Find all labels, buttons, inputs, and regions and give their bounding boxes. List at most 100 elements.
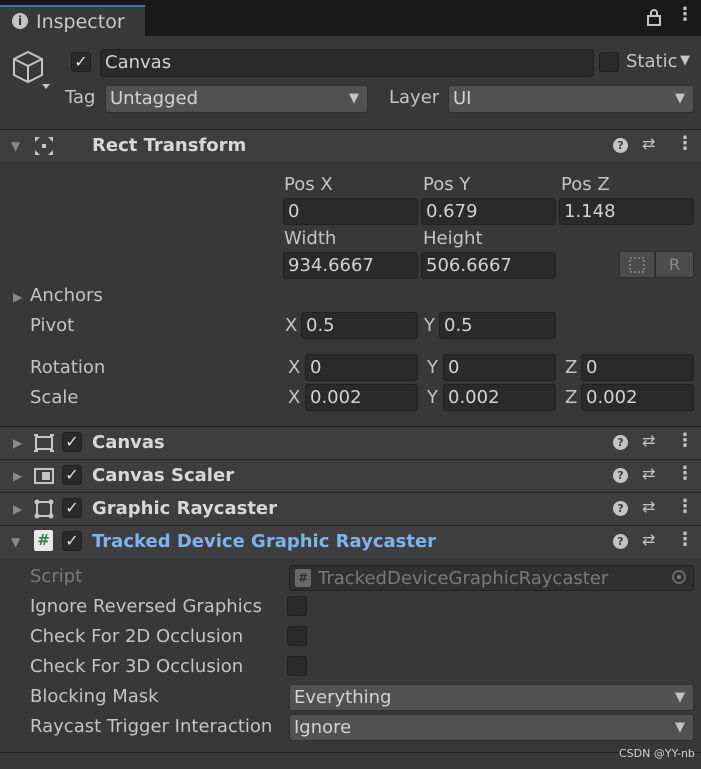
layer-value: UI [453,88,472,109]
posz-label: Pos Z [561,174,610,195]
check-3d-label: Check For 3D Occlusion [30,656,244,677]
scale-y-field[interactable]: 0.002 [443,384,556,411]
canvas-scaler-icon [33,465,55,487]
kebab-icon[interactable]: ⋮ [676,430,694,451]
scale-label: Scale [30,387,79,408]
check-3d-checkbox[interactable] [287,656,307,676]
kebab-icon[interactable]: ⋮ [676,133,694,154]
canvas-scaler-enabled-checkbox[interactable]: ✓ [62,465,82,485]
graphic-raycaster-title: Graphic Raycaster [92,498,278,519]
posz-field[interactable]: 1.148 [559,198,694,225]
anchors-foldout-icon[interactable]: ▶ [13,290,22,304]
script-value: TrackedDeviceGraphicRaycaster [318,568,609,589]
gameobject-cube-icon[interactable] [10,48,50,92]
preset-icon[interactable]: ⇄ [642,431,655,450]
preset-icon[interactable]: ⇄ [642,497,655,516]
canvas-enabled-checkbox[interactable]: ✓ [62,432,82,452]
rot-x-axis-label[interactable]: X [288,357,300,378]
static-checkbox[interactable] [599,52,619,72]
blueprint-button[interactable] [619,251,655,278]
layer-label: Layer [389,87,440,108]
watermark: CSDN @YY-nb [619,747,695,760]
raw-edit-button[interactable]: R [655,251,694,278]
help-icon[interactable]: ? [613,435,628,450]
rot-y-axis-label[interactable]: Y [427,357,438,378]
blocking-mask-dropdown[interactable]: Everything ▼ [289,684,694,711]
pivot-x-field[interactable]: 0.5 [301,312,418,339]
width-label: Width [284,228,337,249]
blueprint-icon [629,257,645,273]
rotation-label: Rotation [30,357,106,378]
chevron-down-icon: ▼ [675,91,685,106]
foldout-collapsed-icon[interactable]: ▶ [13,502,22,516]
help-icon[interactable]: ? [613,138,628,153]
lock-icon[interactable] [645,8,663,28]
layer-dropdown[interactable]: UI ▼ [448,85,694,113]
pivot-label: Pivot [30,315,75,336]
static-label[interactable]: Static [626,51,677,72]
kebab-icon[interactable]: ⋮ [676,463,694,484]
preset-icon[interactable]: ⇄ [642,530,655,549]
inspector-tab[interactable]: i Inspector [0,5,145,36]
pivot-y-field[interactable]: 0.5 [439,312,556,339]
scale-y-axis-label[interactable]: Y [427,387,438,408]
foldout-collapsed-icon[interactable]: ▶ [13,469,22,483]
canvas-icon [33,432,55,454]
active-checkbox[interactable]: ✓ [71,52,91,72]
object-picker-icon [671,569,687,585]
raycast-trigger-dropdown[interactable]: Ignore ▼ [289,714,694,741]
scale-x-field[interactable]: 0.002 [305,384,418,411]
graphic-raycaster-enabled-checkbox[interactable]: ✓ [62,498,82,518]
tab-menu-icon[interactable]: ⋮ [676,4,694,25]
foldout-collapsed-icon[interactable]: ▶ [13,436,22,450]
static-dropdown-arrow-icon[interactable]: ▼ [680,53,690,68]
posy-field[interactable]: 0.679 [421,198,556,225]
foldout-expanded-icon[interactable]: ▼ [11,139,20,153]
pivot-x-axis-label[interactable]: X [285,315,297,336]
kebab-icon[interactable]: ⋮ [676,496,694,517]
script-label: Script [30,566,83,587]
help-icon[interactable]: ? [613,501,628,516]
scale-z-field[interactable]: 0.002 [581,384,694,411]
bottom-divider [0,752,701,753]
rot-z-axis-label[interactable]: Z [565,357,577,378]
foldout-expanded-icon[interactable]: ▼ [11,535,20,549]
gameobject-name-field[interactable]: Canvas [100,49,594,77]
blocking-mask-label: Blocking Mask [30,686,159,707]
canvas-component-title: Canvas [92,432,165,453]
rotation-y-field[interactable]: 0 [443,354,556,381]
rotation-z-field[interactable]: 0 [581,354,694,381]
check-2d-label: Check For 2D Occlusion [30,626,244,647]
tag-label: Tag [65,87,96,108]
scale-x-axis-label[interactable]: X [288,387,300,408]
rect-transform-title: Rect Transform [92,135,247,156]
pivot-y-axis-label[interactable]: Y [424,315,435,336]
canvas-scaler-title: Canvas Scaler [92,465,235,486]
graphic-raycaster-icon [33,498,55,520]
preset-icon[interactable]: ⇄ [642,134,655,153]
blocking-mask-value: Everything [294,687,392,708]
posx-field[interactable]: 0 [283,198,418,225]
chevron-down-icon: ▼ [675,690,685,705]
script-field: TrackedDeviceGraphicRaycaster [289,565,694,591]
width-field[interactable]: 934.6667 [283,252,418,279]
raycast-trigger-label: Raycast Trigger Interaction [30,716,273,737]
tag-dropdown[interactable]: Untagged ▼ [105,85,368,113]
preset-icon[interactable]: ⇄ [642,464,655,483]
kebab-icon[interactable]: ⋮ [676,529,694,550]
posy-label: Pos Y [423,174,471,195]
tracked-raycaster-enabled-checkbox[interactable]: ✓ [62,531,82,551]
script-file-icon: # [295,569,311,587]
help-icon[interactable]: ? [613,468,628,483]
inspector-tab-label: Inspector [36,11,125,33]
ignore-reversed-label: Ignore Reversed Graphics [30,596,262,617]
check-2d-checkbox[interactable] [287,626,307,646]
anchors-label[interactable]: Anchors [30,285,103,306]
tag-value: Untagged [110,88,199,109]
rotation-x-field[interactable]: 0 [305,354,418,381]
ignore-reversed-checkbox[interactable] [287,596,307,616]
scale-z-axis-label[interactable]: Z [565,387,577,408]
height-field[interactable]: 506.6667 [421,252,556,279]
help-icon[interactable]: ? [613,534,628,549]
move-tool-icon [33,135,55,157]
